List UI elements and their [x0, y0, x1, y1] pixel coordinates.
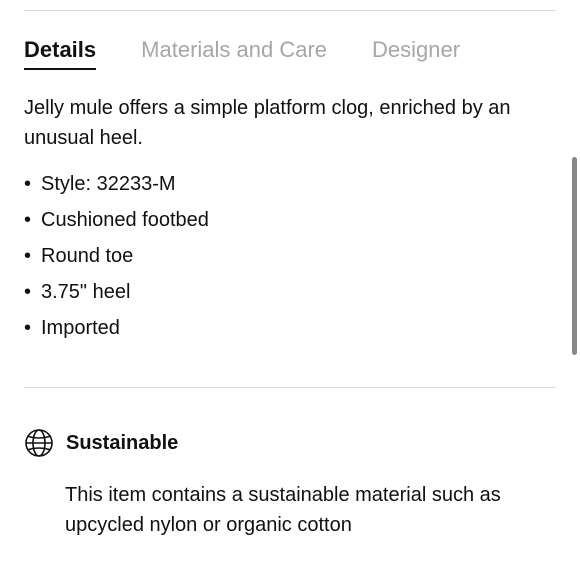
tab-details[interactable]: Details: [24, 34, 97, 70]
feature-style: Style: 32233-M: [41, 173, 176, 195]
bullet: •: [24, 281, 32, 303]
product-details-panel: Details Materials and Care Designer Jell…: [0, 0, 580, 580]
feature-heel: 3.75" heel: [41, 281, 131, 303]
list-item: • Round toe: [24, 238, 209, 274]
details-tabs: Details Materials and Care Designer: [24, 34, 505, 74]
section-divider: [24, 387, 556, 388]
bullet: •: [24, 209, 32, 231]
feature-list: • Style: 32233-M • Cushioned footbed • Roun…: [24, 166, 209, 346]
tab-designer[interactable]: Designer: [372, 34, 460, 66]
bullet: •: [24, 317, 32, 339]
bullet: •: [24, 245, 32, 267]
sustainable-title: Sustainable: [66, 432, 179, 454]
feature-imported: Imported: [41, 317, 120, 339]
feature-footbed: Cushioned footbed: [41, 209, 209, 231]
feature-toe: Round toe: [41, 245, 134, 267]
tab-materials-and-care[interactable]: Materials and Care: [141, 34, 327, 66]
sustainable-header: Sustainable: [24, 428, 178, 458]
sustainable-description: This item contains a sustainable materia…: [65, 484, 501, 536]
list-item: • Cushioned footbed: [24, 202, 209, 238]
list-item: • 3.75" heel: [24, 274, 209, 310]
top-divider: [24, 10, 556, 11]
list-item: • Style: 32233-M: [24, 166, 209, 202]
scrollbar-thumb[interactable]: [572, 157, 577, 355]
globe-icon: [25, 429, 53, 457]
bullet: •: [24, 173, 32, 195]
product-description: Jelly mule offers a simple platform clog…: [24, 97, 511, 149]
list-item: • Imported: [24, 310, 209, 346]
